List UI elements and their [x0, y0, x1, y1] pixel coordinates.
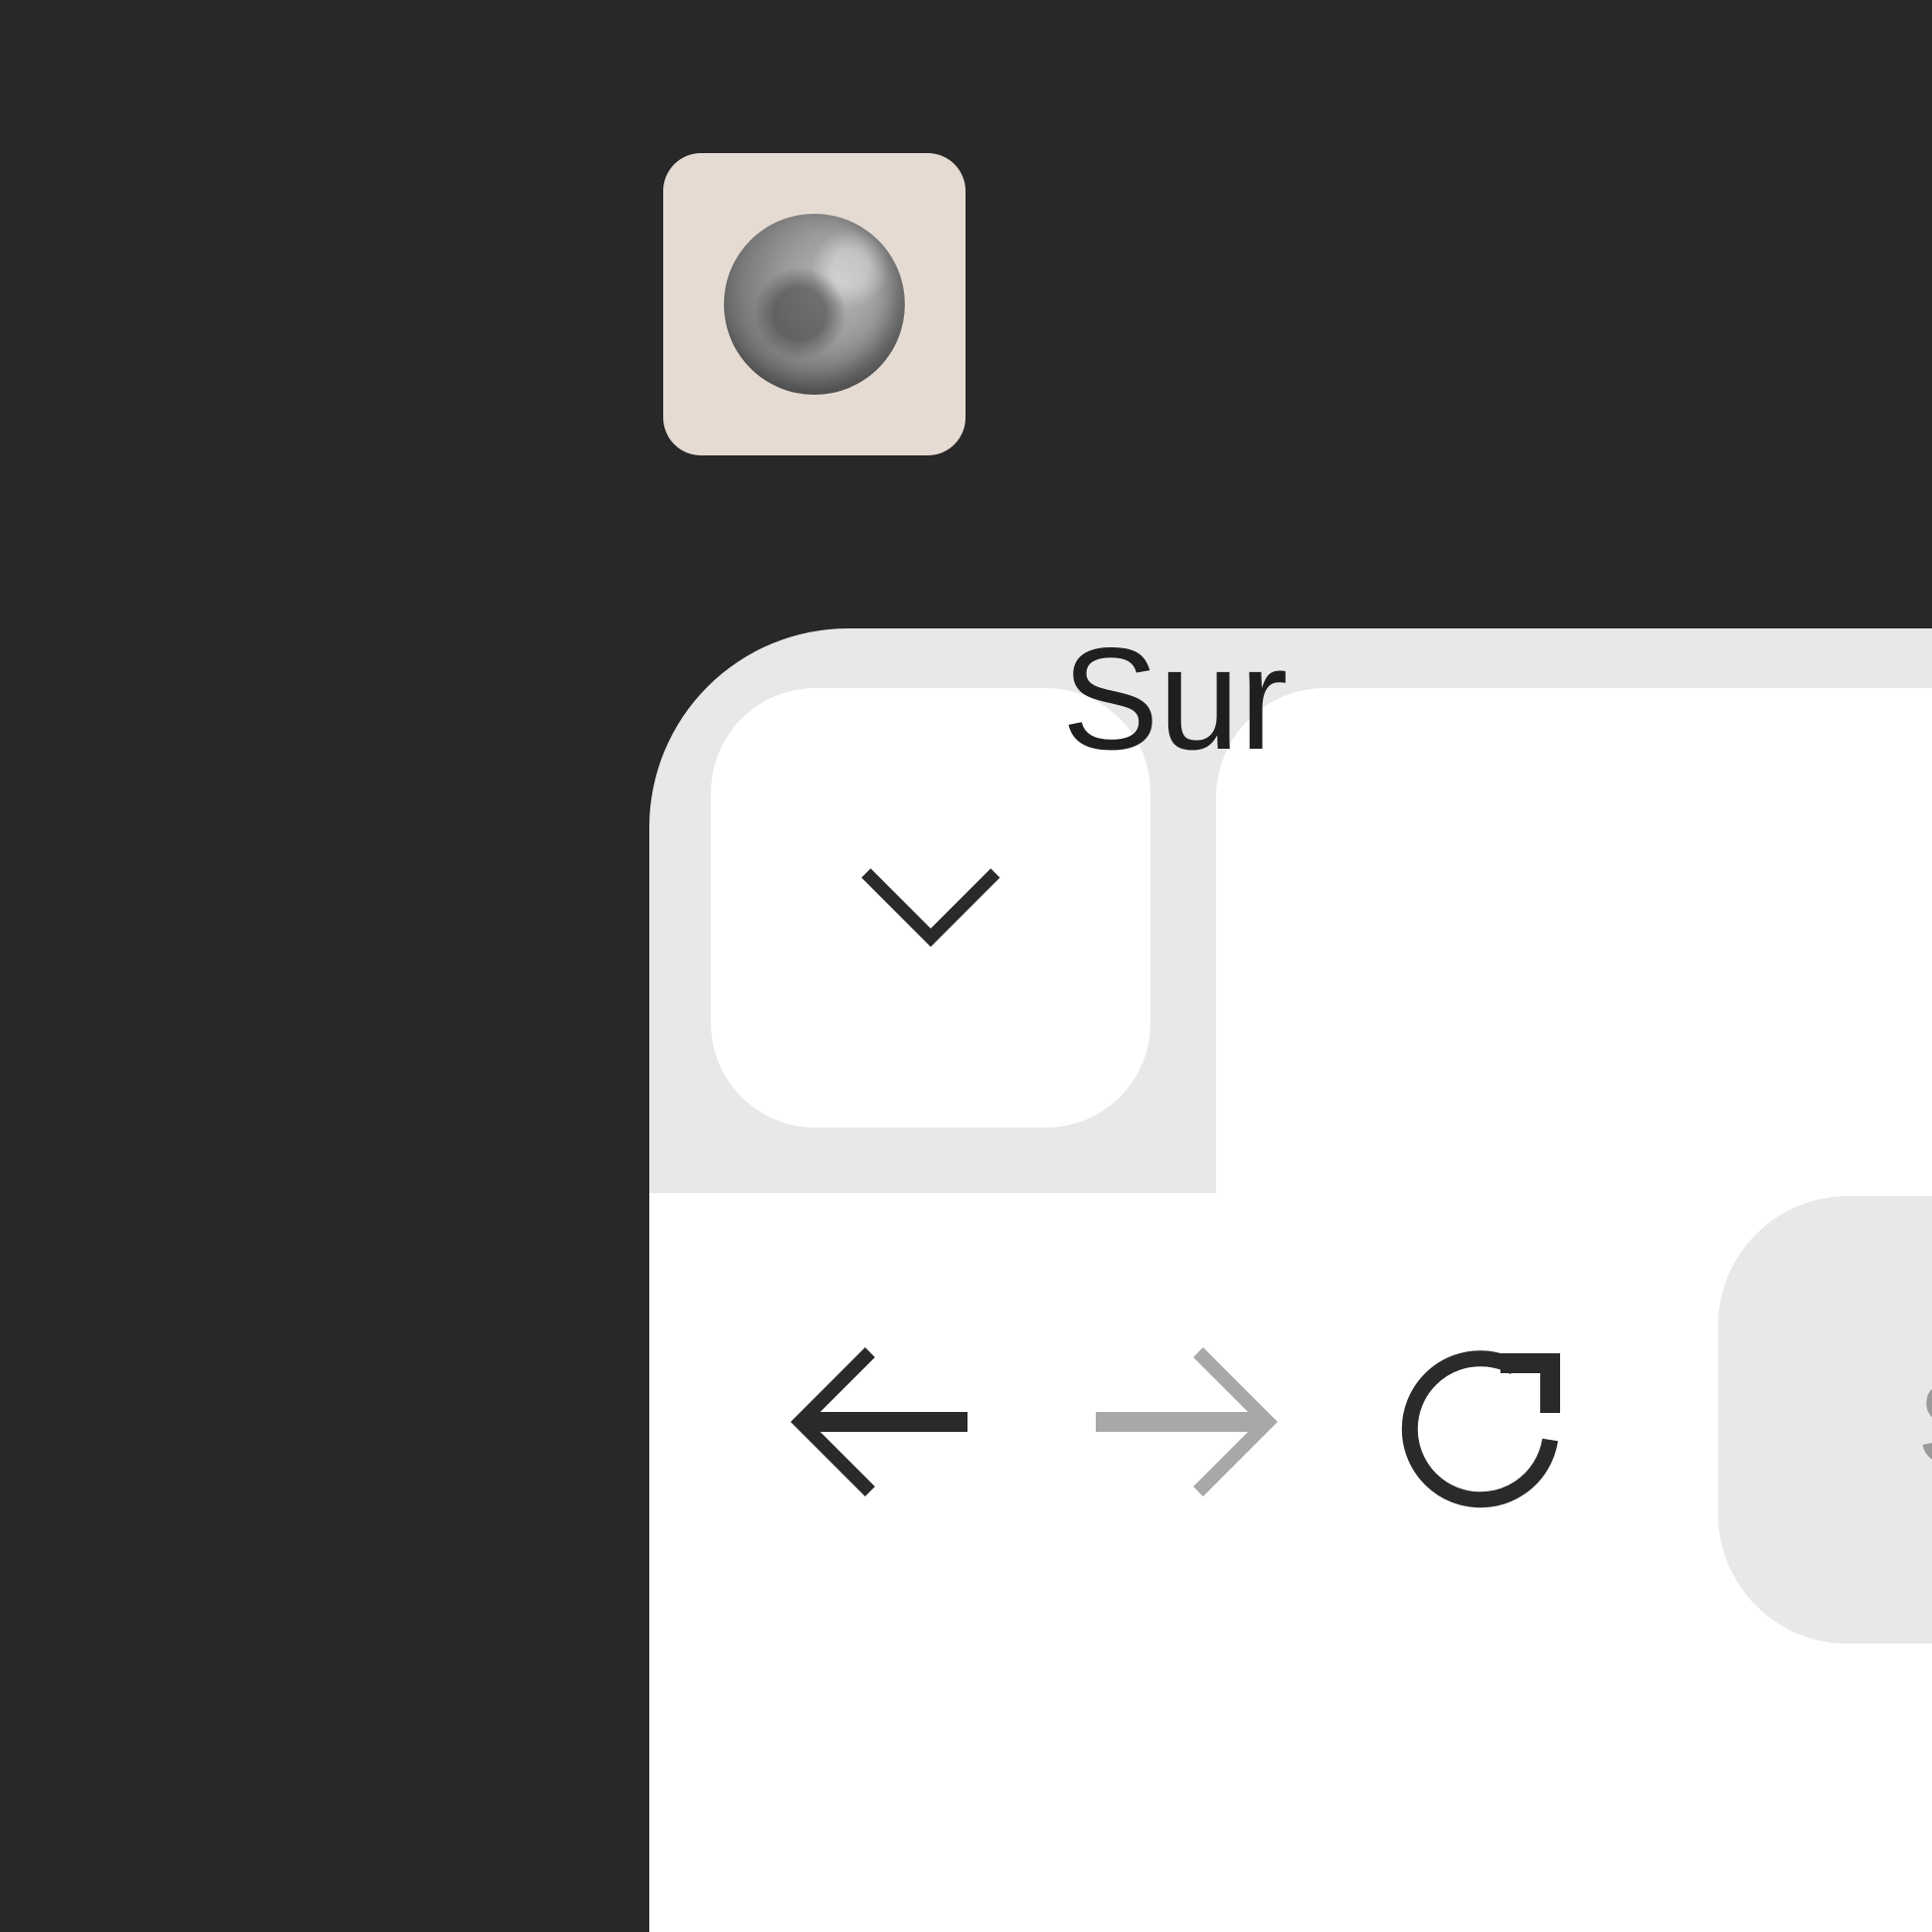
address-text: S — [1917, 1364, 1932, 1484]
reload-icon[interactable] — [1397, 1340, 1571, 1514]
moon-favicon-icon — [724, 214, 905, 395]
arrow-left-icon[interactable] — [786, 1347, 974, 1496]
active-tab[interactable] — [1216, 688, 1932, 1245]
tab-favicon — [663, 153, 966, 455]
screen: Sur S — [0, 0, 1932, 1932]
arrow-right-icon[interactable] — [1094, 1347, 1283, 1496]
chevron-down-icon — [861, 868, 1000, 948]
tab-title: Sur — [1062, 617, 1289, 780]
address-bar[interactable] — [1718, 1196, 1932, 1644]
